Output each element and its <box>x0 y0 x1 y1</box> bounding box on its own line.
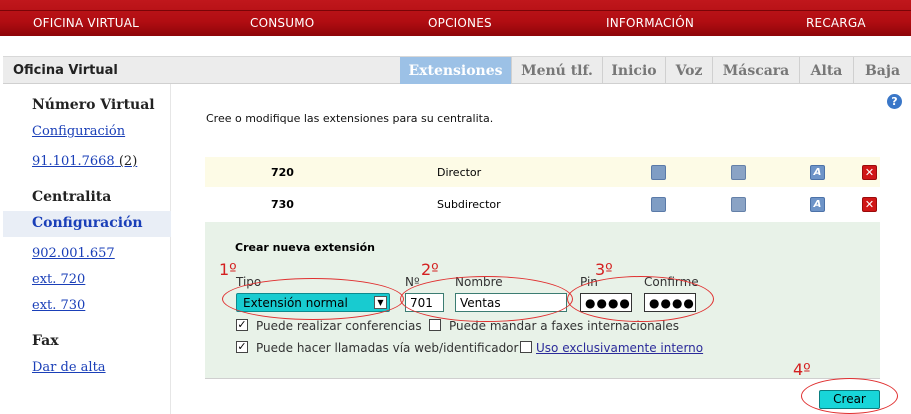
sidebar: Número Virtual Configuración 91.101.7668… <box>3 84 171 414</box>
sidebar-link-ext-720[interactable]: ext. 720 <box>32 272 85 287</box>
table-row: 730 Subdirector A ✕ <box>205 189 880 219</box>
extension-name: Director <box>437 166 482 179</box>
tab-mascara[interactable]: Máscara <box>712 57 799 84</box>
tab-voz[interactable]: Voz <box>665 57 712 84</box>
nav-recarga[interactable]: RECARGA <box>806 16 866 30</box>
lock-icon[interactable] <box>731 165 746 180</box>
nav-informacion[interactable]: INFORMACIÓN <box>606 16 694 30</box>
sidebar-number-count: (2) <box>118 154 138 169</box>
annotation-step-4: 4º <box>793 360 811 379</box>
annotation-oval-1 <box>222 278 404 320</box>
crear-button[interactable]: Crear <box>819 390 880 409</box>
uso-interno-checkbox[interactable] <box>520 341 532 353</box>
sidebar-item-configuracion-centralita[interactable]: Configuración <box>3 211 171 237</box>
annotation-step-1: 1º <box>219 260 237 279</box>
sidebar-heading-numero-virtual: Número Virtual <box>32 97 155 113</box>
sidebar-heading-fax: Fax <box>32 333 59 349</box>
sidebar-link-configuracion-numero[interactable]: Configuración <box>32 124 125 139</box>
lock-icon[interactable] <box>731 197 746 212</box>
uso-interno-link[interactable]: Uso exclusivamente interno <box>536 341 703 355</box>
intro-text: Cree o modifique las extensiones para su… <box>206 112 494 125</box>
sidebar-link-ext-730[interactable]: ext. 730 <box>32 298 85 313</box>
annotation-oval-3 <box>567 276 714 322</box>
tab-menu-tlf[interactable]: Menú tlf. <box>511 57 602 84</box>
sidebar-link-number[interactable]: 91.101.7668 (2) <box>32 154 137 169</box>
form-title: Crear nueva extensión <box>235 241 375 254</box>
voice-a-icon[interactable]: A <box>810 165 825 180</box>
annotation-step-3: 3º <box>595 260 613 279</box>
tab-alta[interactable]: Alta <box>799 57 853 84</box>
help-icon[interactable]: ? <box>887 94 902 109</box>
delete-x-icon[interactable]: ✕ <box>862 165 877 180</box>
tab-extensiones[interactable]: Extensiones <box>400 57 511 84</box>
tab-baja[interactable]: Baja <box>853 57 911 84</box>
conferencias-label: Puede realizar conferencias <box>256 319 422 333</box>
extension-number: 730 <box>271 198 294 211</box>
nav-consumo[interactable]: CONSUMO <box>250 16 314 30</box>
sidebar-link-902[interactable]: 902.001.657 <box>32 246 115 261</box>
delete-x-icon[interactable]: ✕ <box>862 197 877 212</box>
table-row: 720 Director A ✕ <box>205 157 880 187</box>
section-header: Oficina Virtual Extensiones Menú tlf. In… <box>3 56 911 84</box>
nav-opciones[interactable]: OPCIONES <box>428 16 492 30</box>
tab-inicio[interactable]: Inicio <box>602 57 665 84</box>
page-title: Oficina Virtual <box>13 63 118 78</box>
llamadas-web-label: Puede hacer llamadas vía web/identificad… <box>256 341 519 355</box>
top-navigation: OFICINA VIRTUAL CONSUMO OPCIONES INFORMA… <box>0 0 911 36</box>
extension-number: 720 <box>271 166 294 179</box>
faxes-internacionales-checkbox[interactable] <box>429 319 441 331</box>
sidebar-heading-centralita: Centralita <box>32 189 112 205</box>
forward-icon[interactable] <box>651 197 666 212</box>
sidebar-link-dar-de-alta[interactable]: Dar de alta <box>32 360 106 375</box>
forward-icon[interactable] <box>651 165 666 180</box>
sidebar-item-label: Configuración <box>32 215 143 231</box>
annotation-step-2: 2º <box>421 260 439 279</box>
sidebar-number[interactable]: 91.101.7668 <box>32 154 115 169</box>
extension-name: Subdirector <box>437 198 501 211</box>
annotation-oval-2 <box>400 276 573 322</box>
voice-a-icon[interactable]: A <box>810 197 825 212</box>
nav-oficina-virtual[interactable]: OFICINA VIRTUAL <box>33 16 139 30</box>
conferencias-checkbox[interactable]: ✓ <box>236 319 248 331</box>
llamadas-web-checkbox[interactable]: ✓ <box>236 341 248 353</box>
